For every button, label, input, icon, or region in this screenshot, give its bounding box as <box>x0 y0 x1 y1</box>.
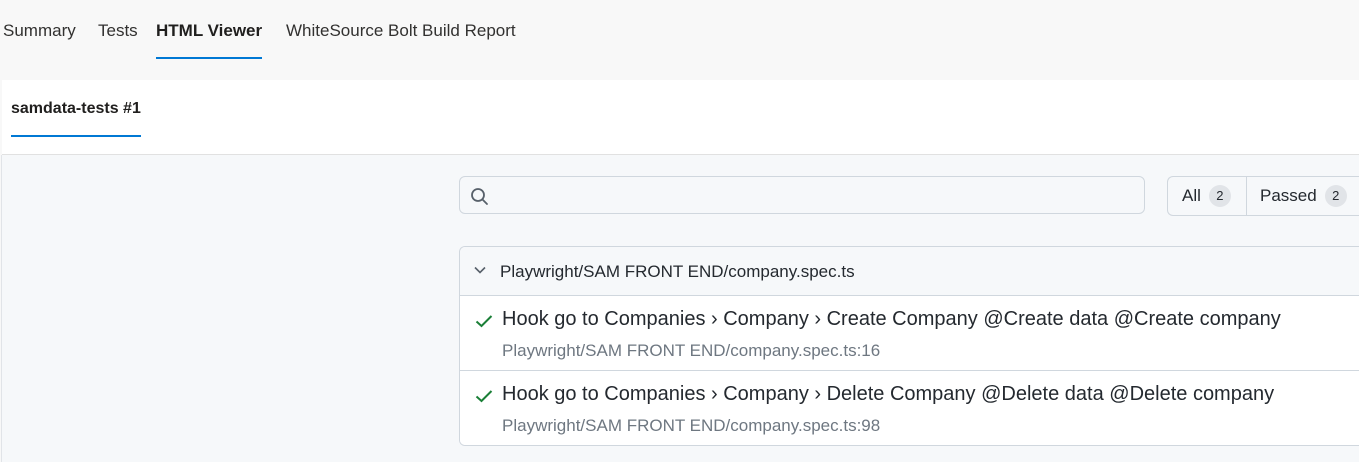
filter-passed-count: 2 <box>1324 185 1347 207</box>
tab-summary[interactable]: Summary <box>3 20 76 60</box>
report-header: samdata-tests #1 <box>2 80 1359 155</box>
test-location: Playwright/SAM FRONT END/company.spec.ts… <box>502 341 881 360</box>
tab-tests-label: Tests <box>98 21 138 40</box>
test-file-title: Playwright/SAM FRONT END/company.spec.ts <box>500 262 855 281</box>
tab-samdata-tests[interactable]: samdata-tests #1 <box>11 100 141 137</box>
search-icon <box>471 188 488 205</box>
test-row[interactable]: Hook go to Companies › Company › Create … <box>460 296 1359 371</box>
filter-all-label: All <box>1182 186 1201 205</box>
tab-html-viewer[interactable]: HTML Viewer <box>156 20 263 60</box>
search-input[interactable] <box>496 181 1140 211</box>
test-file-group: Playwright/SAM FRONT END/company.spec.ts… <box>459 246 1359 446</box>
tab-tests[interactable]: Tests <box>98 20 138 60</box>
filter-passed-label: Passed <box>1260 186 1317 205</box>
search-box[interactable] <box>459 176 1145 214</box>
filter-passed[interactable]: Passed 2 <box>1246 177 1347 215</box>
filter-all-count: 2 <box>1208 185 1231 207</box>
check-icon <box>475 315 493 328</box>
test-location: Playwright/SAM FRONT END/company.spec.ts… <box>502 416 881 435</box>
tab-whitesource-bolt[interactable]: WhiteSource Bolt Build Report <box>286 20 516 60</box>
chevron-down-icon <box>474 266 486 274</box>
test-title[interactable]: Hook go to Companies › Company › Create … <box>502 308 1281 331</box>
report-content: All 2 Passed 2 Playwright/SAM FRONT END/… <box>1 155 1359 462</box>
top-tab-bar: Summary Tests HTML Viewer WhiteSource Bo… <box>0 0 1359 80</box>
test-title[interactable]: Hook go to Companies › Company › Delete … <box>502 383 1274 406</box>
tab-html-viewer-label: HTML Viewer <box>156 21 263 40</box>
tab-whitesource-bolt-label: WhiteSource Bolt Build Report <box>286 21 516 40</box>
test-file-header[interactable]: Playwright/SAM FRONT END/company.spec.ts <box>460 247 1359 296</box>
status-filter-bar: All 2 Passed 2 <box>1167 176 1359 216</box>
filter-all[interactable]: All 2 <box>1182 177 1231 215</box>
check-icon <box>475 390 493 403</box>
test-row[interactable]: Hook go to Companies › Company › Delete … <box>460 371 1359 445</box>
tab-summary-label: Summary <box>3 21 76 40</box>
